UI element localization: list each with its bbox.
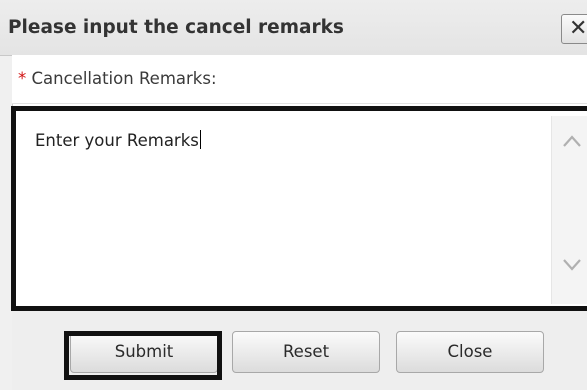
remarks-textarea-focus-frame: Enter your Remarks — [11, 106, 587, 311]
submit-focus-outline — [64, 331, 222, 380]
textarea-scrollbar[interactable] — [551, 116, 587, 304]
remarks-textarea-value: Enter your Remarks — [35, 131, 199, 150]
reset-button[interactable]: Reset — [232, 331, 380, 373]
dialog-title: Please input the cancel remarks — [8, 17, 344, 38]
required-marker: * — [18, 69, 27, 88]
text-caret — [199, 130, 201, 149]
remarks-label: * Cancellation Remarks: — [18, 69, 217, 88]
cancel-remarks-dialog: Please input the cancel remarks ✕ * Canc… — [0, 0, 587, 390]
chevron-down-icon[interactable] — [560, 252, 584, 276]
close-icon[interactable]: ✕ — [561, 14, 587, 44]
remarks-label-text: Cancellation Remarks: — [31, 69, 217, 88]
close-button[interactable]: Close — [396, 331, 544, 373]
dialog-titlebar: Please input the cancel remarks ✕ — [0, 0, 587, 56]
chevron-up-icon[interactable] — [560, 130, 584, 154]
remarks-textarea[interactable]: Enter your Remarks — [21, 116, 551, 304]
